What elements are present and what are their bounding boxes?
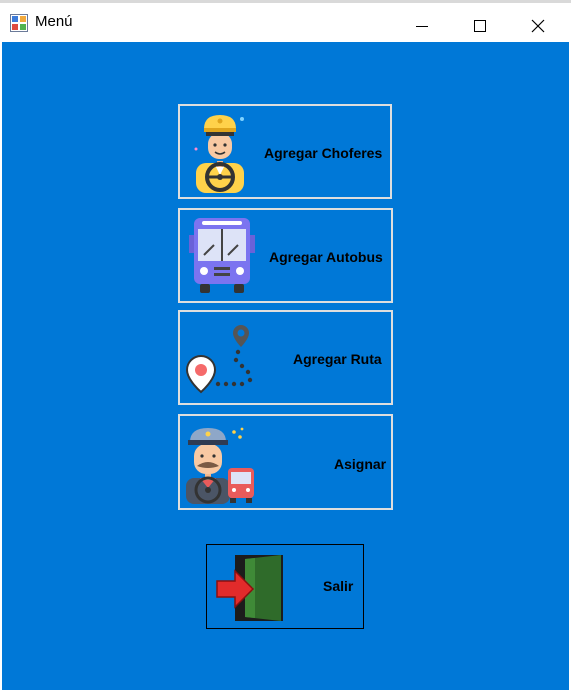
bus-icon [189, 218, 255, 293]
add-bus-button[interactable]: Agregar Autobus [178, 208, 393, 303]
add-route-button[interactable]: Agregar Ruta [178, 310, 393, 405]
assign-button[interactable]: Asignar [178, 414, 393, 510]
exit-door-icon [216, 555, 283, 621]
add-drivers-button[interactable]: Agregar Choferes [178, 104, 392, 199]
add-drivers-label: Agregar Choferes [264, 145, 383, 161]
window-title: Menú [35, 13, 73, 30]
conductor-bus-icon [186, 427, 254, 504]
minimize-icon [416, 25, 428, 27]
close-icon [531, 19, 545, 32]
driver-icon [194, 115, 244, 193]
exit-button[interactable]: Salir [206, 544, 364, 629]
title-bar[interactable]: Menú [0, 3, 571, 42]
add-bus-label: Agregar Autobus [269, 249, 383, 265]
add-route-label: Agregar Ruta [293, 351, 382, 367]
maximize-icon [474, 19, 486, 32]
app-window-icon [10, 14, 28, 32]
route-pin-icon [185, 325, 253, 394]
maximize-button[interactable] [451, 6, 509, 45]
minimize-button[interactable] [393, 6, 451, 45]
assign-label: Asignar [334, 456, 387, 472]
close-button[interactable] [509, 6, 567, 45]
menu-panel: Agregar Choferes Agregar Autobus Agregar… [2, 42, 569, 690]
exit-label: Salir [323, 578, 354, 594]
